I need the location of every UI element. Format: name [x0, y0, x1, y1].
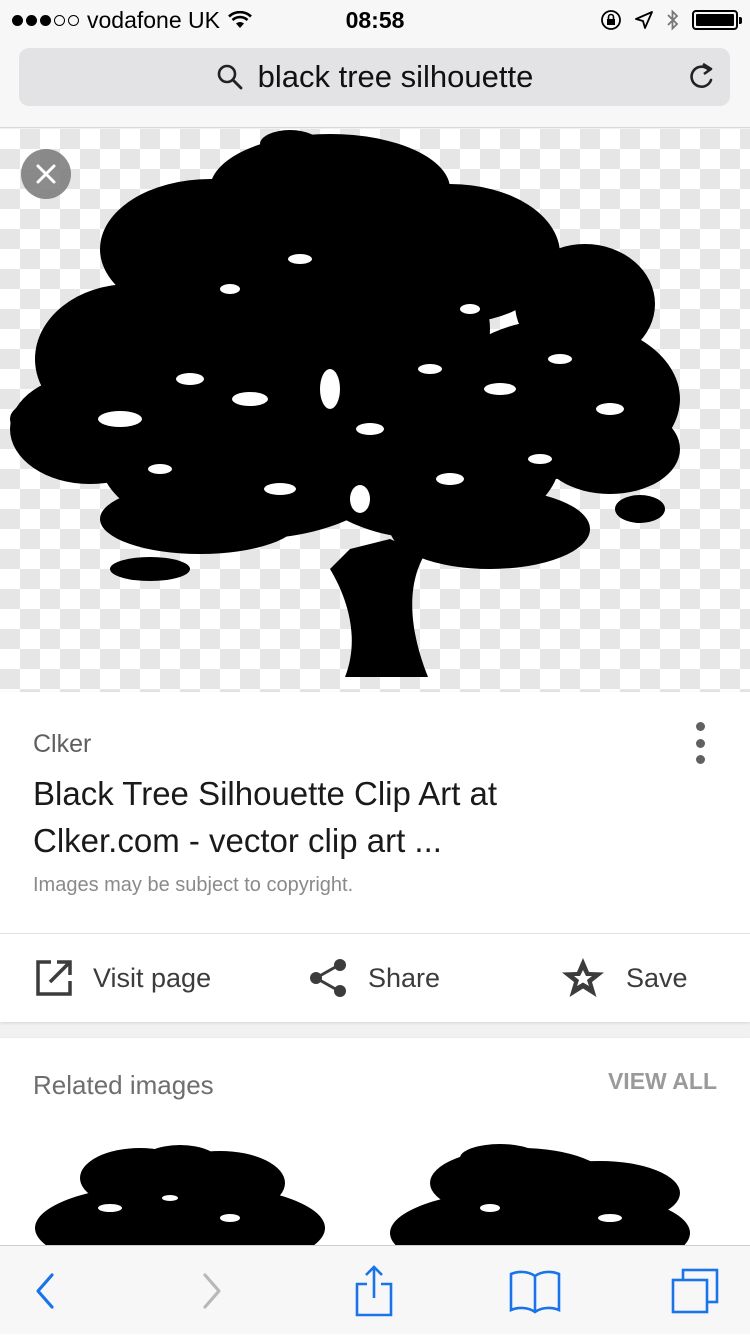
wifi-icon: [228, 11, 252, 28]
bluetooth-icon: [667, 9, 679, 31]
tabs-icon: [671, 1268, 719, 1313]
battery-icon: [692, 10, 742, 30]
address-text[interactable]: black tree silhouette: [258, 59, 534, 95]
status-left: vodafone UK: [12, 7, 252, 34]
more-options-icon[interactable]: [690, 722, 710, 764]
open-external-icon: [36, 960, 72, 996]
visit-page-button[interactable]: Visit page: [35, 934, 211, 1022]
reload-icon[interactable]: [686, 61, 716, 93]
related-images-title: Related images: [33, 1070, 214, 1100]
source-label[interactable]: Clker: [33, 730, 91, 759]
bookmarks-book-icon: [509, 1270, 561, 1314]
signal-icon: [12, 14, 79, 26]
save-label: Save: [626, 962, 688, 993]
tree-silhouette-image: [10, 130, 680, 677]
share-label: Share: [368, 962, 441, 993]
address-area: black tree silhouette: [0, 40, 750, 128]
status-right: [600, 8, 742, 32]
bookmarks-button[interactable]: [495, 1246, 575, 1335]
forward-button[interactable]: [172, 1246, 252, 1335]
status-bar: vodafone UK 08:58: [0, 0, 750, 40]
related-image-thumbnail[interactable]: [30, 1138, 330, 1248]
share-button[interactable]: Share: [308, 934, 440, 1022]
share-icon: [310, 959, 346, 997]
close-icon: [36, 164, 56, 184]
battery-level: [696, 14, 734, 26]
carrier-label: vodafone UK: [87, 6, 220, 33]
action-bar: Visit page Share Save: [0, 934, 750, 1022]
rotation-lock-icon: [601, 10, 621, 30]
result-info-card: Clker Black Tree Silhouette Clip Art at …: [0, 692, 750, 1022]
visit-page-label: Visit page: [93, 962, 212, 993]
save-button[interactable]: Save: [560, 934, 688, 1022]
tabs-button[interactable]: [655, 1246, 735, 1335]
search-icon: [217, 64, 243, 90]
browser-toolbar: [0, 1245, 750, 1334]
result-title[interactable]: Black Tree Silhouette Clip Art at Clker.…: [33, 770, 633, 864]
forward-chevron-icon: [203, 1272, 221, 1309]
share-sheet-button[interactable]: [334, 1246, 414, 1335]
back-chevron-icon: [36, 1272, 54, 1309]
location-icon: [635, 11, 653, 29]
related-image-thumbnail[interactable]: [380, 1138, 700, 1248]
address-field[interactable]: black tree silhouette: [19, 48, 730, 106]
image-viewer[interactable]: [0, 129, 750, 692]
view-all-link[interactable]: VIEW ALL: [608, 1068, 717, 1095]
copyright-notice: Images may be subject to copyright.: [33, 874, 354, 896]
back-button[interactable]: [5, 1246, 85, 1335]
share-sheet-icon: [355, 1264, 393, 1316]
close-button[interactable]: [21, 149, 71, 199]
star-save-icon: [562, 958, 604, 997]
